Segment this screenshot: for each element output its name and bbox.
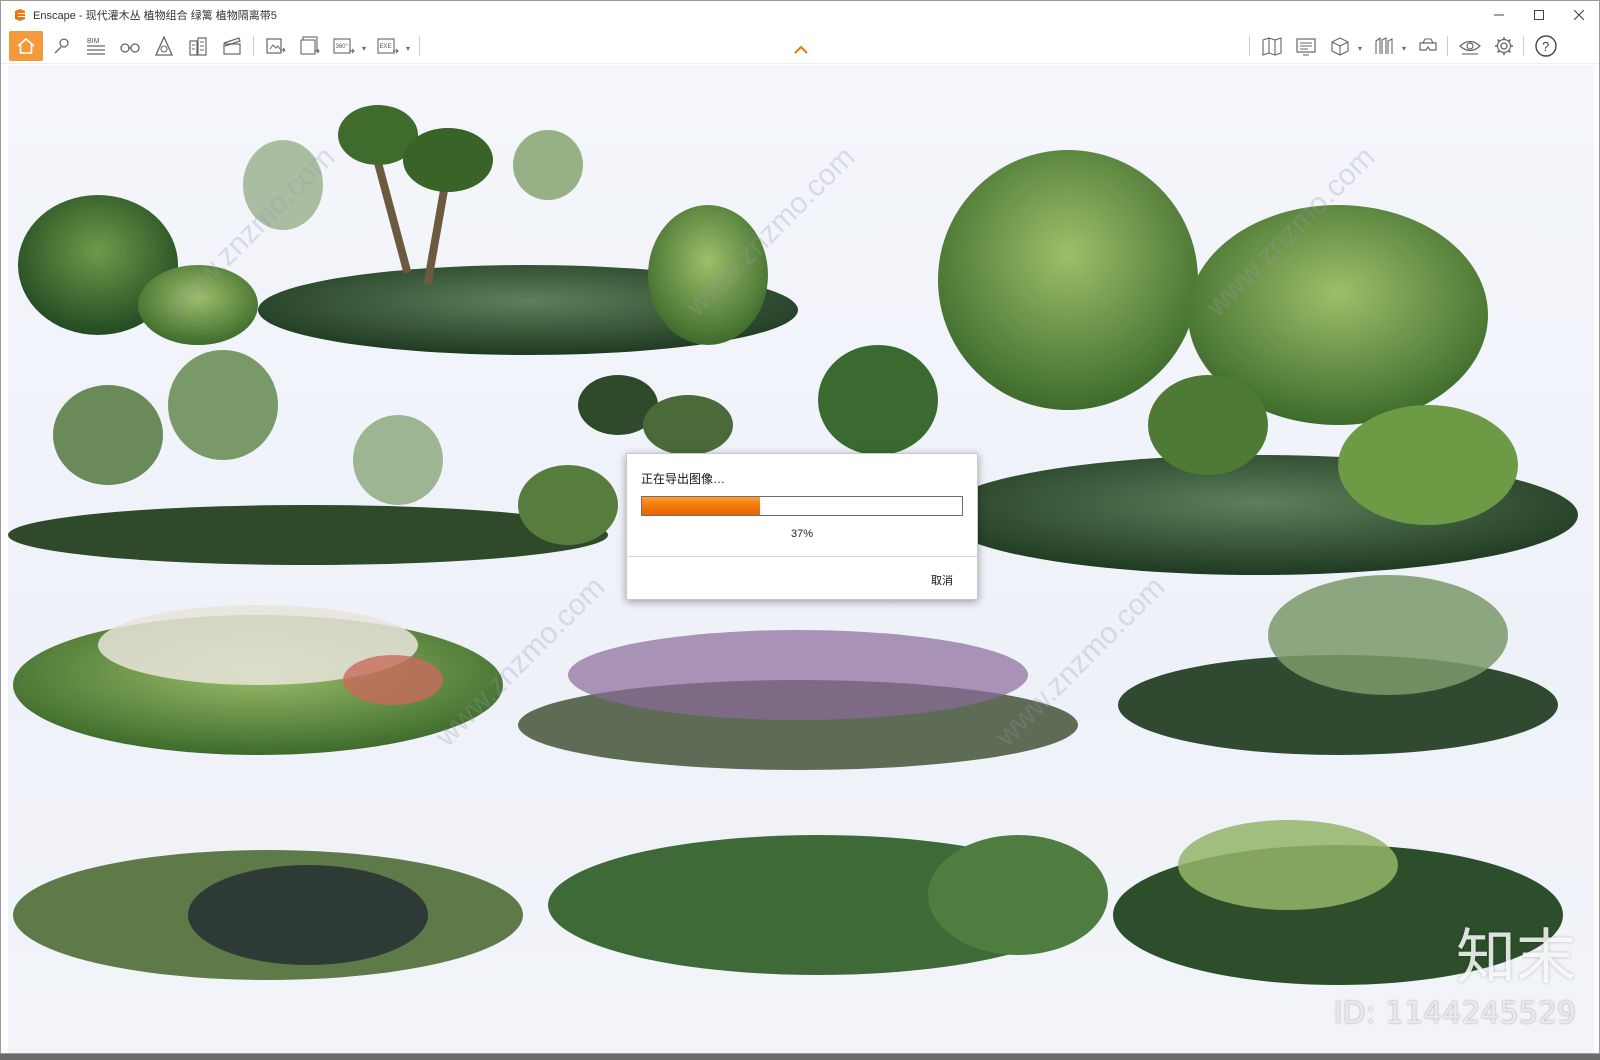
dialog-title: 正在导出图像… [641, 472, 726, 486]
cube-view-button[interactable] [1325, 31, 1355, 61]
eye-visual-settings-icon [1459, 40, 1481, 55]
cube-view-icon [1331, 37, 1349, 56]
settings-button[interactable] [1489, 31, 1519, 61]
svg-text:360°: 360° [336, 44, 349, 50]
close-icon [1574, 9, 1584, 20]
cube-view-dropdown-icon[interactable]: ▾ [1358, 44, 1362, 53]
exe-dropdown-icon[interactable]: ▾ [406, 44, 410, 53]
toolbar-separator [419, 36, 420, 56]
panorama-360-icon: 360° [333, 38, 355, 54]
atlas-button[interactable] [1369, 31, 1399, 61]
cancel-button[interactable]: 取消 [931, 572, 953, 588]
help-button[interactable]: ? [1531, 31, 1561, 61]
help-icon: ? [1535, 35, 1557, 57]
toolbar-separator [1523, 36, 1524, 56]
maximize-icon [1534, 9, 1544, 20]
export-progress-bar [641, 496, 963, 516]
brand-logo-text: 知末 [1456, 923, 1576, 993]
buildings-button[interactable] [183, 31, 213, 61]
minimize-icon [1494, 14, 1504, 15]
window-title: Enscape - 现代灌木丛 植物组合 绿篱 植物隔离带5 [33, 9, 277, 22]
export-progress-dialog: 正在导出图像… 37% 取消 [626, 453, 978, 600]
home-icon [17, 37, 35, 54]
vr-button[interactable] [1413, 31, 1443, 61]
views-button[interactable] [115, 31, 145, 61]
brand-watermark: 知末 ID: 1144245529 [1334, 909, 1576, 1031]
enscape-window: Enscape - 现代灌木丛 植物组合 绿篱 植物隔离带5 BIM 360° … [0, 0, 1600, 1054]
toolbar-separator [253, 36, 254, 56]
enscape-logo-icon [15, 8, 25, 21]
plant-group-tropical-top-left [18, 105, 798, 355]
monitor-icon [1296, 38, 1316, 56]
panorama-dropdown-icon[interactable]: ▾ [362, 44, 366, 53]
title-bar[interactable]: Enscape - 现代灌木丛 植物组合 绿篱 植物隔离带5 [1, 1, 1599, 28]
map-button[interactable] [1257, 31, 1287, 61]
close-button[interactable] [1559, 1, 1599, 28]
video-editor-button[interactable] [217, 31, 247, 61]
asset-library-button[interactable] [149, 31, 179, 61]
batch-render-button[interactable] [295, 31, 325, 61]
brand-id-text: ID: 1144245529 [1333, 996, 1576, 1031]
batch-render-icon [300, 36, 320, 55]
monitor-button[interactable] [1291, 31, 1321, 61]
bim-icon: BIM [87, 38, 105, 55]
minimize-button[interactable] [1479, 1, 1519, 28]
progress-fill [642, 497, 761, 515]
location-button[interactable] [47, 31, 77, 61]
plant-group-trees-right [938, 150, 1578, 575]
collapse-toolbar-chevron-up-icon[interactable] [793, 45, 809, 55]
screenshot-export-button[interactable] [261, 31, 291, 61]
exe-export-icon: EXE [377, 38, 399, 54]
plant-group-grasses-row3 [13, 575, 1558, 770]
vr-headset-icon [1419, 38, 1437, 51]
location-pin-icon [54, 38, 69, 54]
toolbar-separator [1447, 36, 1448, 56]
maximize-button[interactable] [1519, 1, 1559, 28]
dialog-divider [627, 556, 977, 557]
atlas-dropdown-icon[interactable]: ▾ [1402, 44, 1406, 53]
asset-library-icon [154, 35, 174, 56]
progress-percent-text: 37% [790, 528, 814, 540]
svg-text:?: ? [1542, 39, 1549, 54]
toolbar-separator [1249, 36, 1250, 56]
plant-group-shrubs-row4 [13, 820, 1563, 985]
home-button[interactable] [9, 31, 43, 61]
atlas-icon [1375, 36, 1393, 54]
svg-text:EXE: EXE [380, 44, 392, 50]
gear-icon [1495, 37, 1513, 55]
panorama-button[interactable]: 360° [329, 31, 359, 61]
clapper-icon [223, 37, 241, 55]
bim-button[interactable]: BIM [81, 31, 111, 61]
svg-text:BIM: BIM [87, 38, 100, 45]
visual-settings-button[interactable] [1455, 31, 1485, 61]
exe-export-button[interactable]: EXE [373, 31, 403, 61]
screenshot-export-icon [266, 38, 286, 54]
map-icon [1262, 37, 1282, 56]
binoculars-icon [120, 43, 140, 53]
buildings-icon [189, 37, 207, 56]
